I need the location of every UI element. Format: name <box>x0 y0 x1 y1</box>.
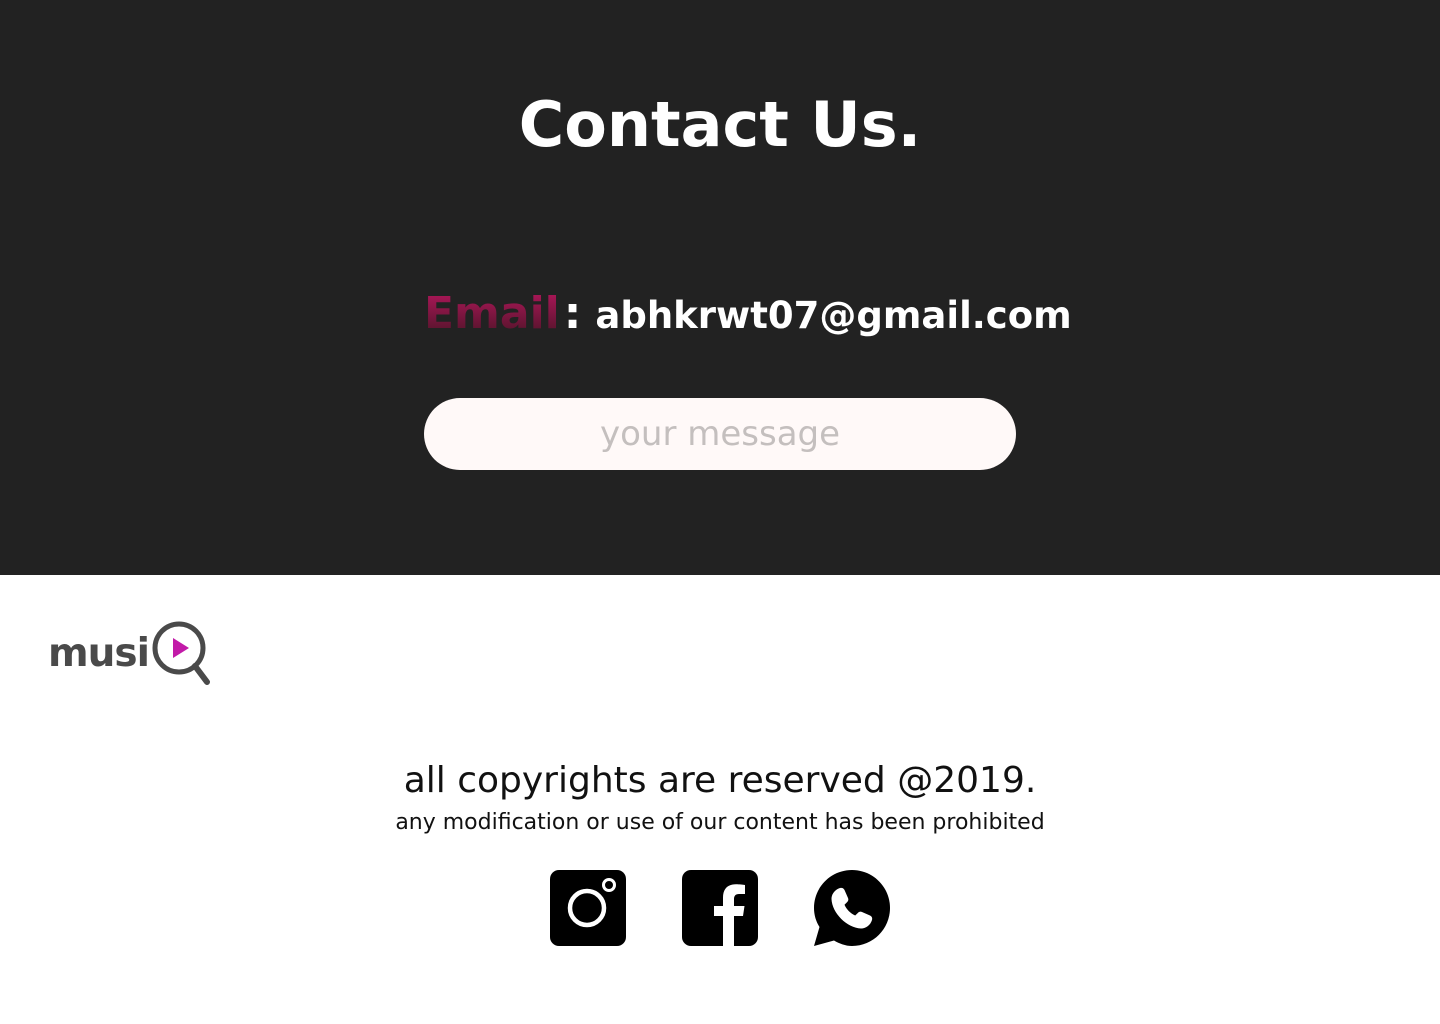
whatsapp-icon <box>814 870 890 946</box>
facebook-icon <box>682 870 758 946</box>
message-input[interactable] <box>424 398 1016 470</box>
email-row: Email : abhkrwt07@gmail.com <box>424 288 1072 348</box>
instagram-link[interactable] <box>550 870 626 946</box>
copyright-text: all copyrights are reserved @2019. <box>403 760 1037 801</box>
content-notice: any modification or use of our content h… <box>395 810 1045 835</box>
email-colon: : <box>563 288 582 339</box>
social-links <box>550 870 890 946</box>
email-label: Email <box>424 288 560 339</box>
magnifier-play-icon <box>152 621 210 685</box>
facebook-link[interactable] <box>682 870 758 946</box>
instagram-icon <box>550 870 626 946</box>
whatsapp-link[interactable] <box>814 870 890 946</box>
logo-text: musi <box>48 630 150 676</box>
logo[interactable]: musi <box>48 616 213 690</box>
contact-section: Contact Us. Email : abhkrwt07@gmail.com <box>0 0 1440 575</box>
email-address[interactable]: abhkrwt07@gmail.com <box>595 294 1071 337</box>
contact-title: Contact Us. <box>518 88 922 161</box>
